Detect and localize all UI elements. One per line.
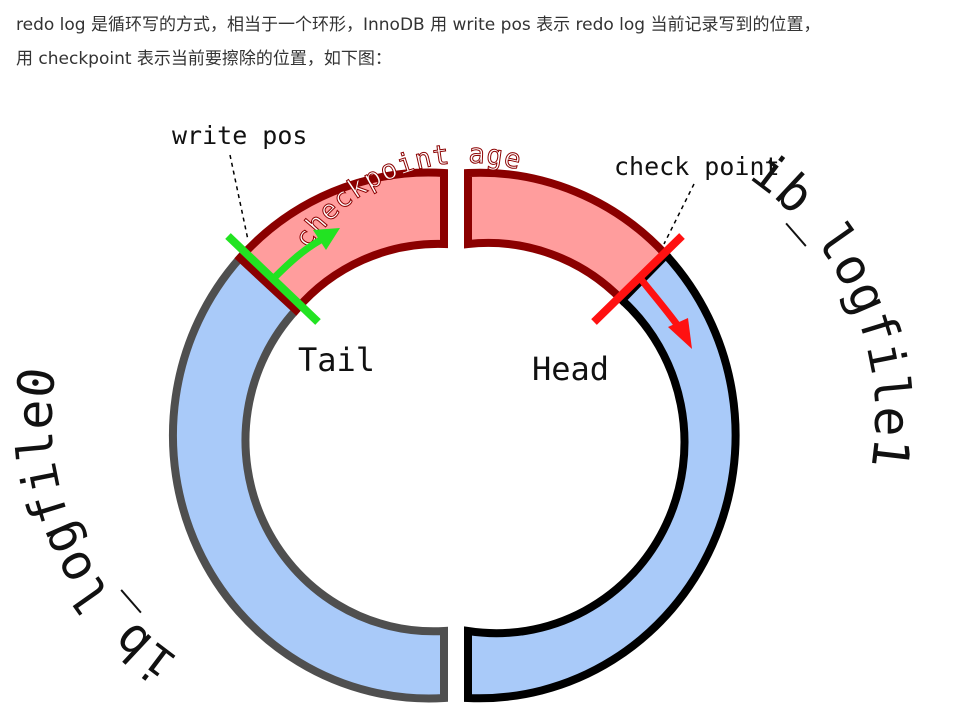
ib-logfile0-segment — [168, 252, 448, 703]
write-pos-leader — [229, 154, 249, 241]
ib-logfile0-label: ib_logfile0 — [6, 364, 187, 695]
head-label: Head — [532, 350, 609, 388]
ib-logfile1-label: ib_logfile1 — [741, 141, 922, 472]
redo-log-ring-diagram: checkpoint age write pos check point Tai… — [6, 121, 922, 703]
write-pos-label: write pos — [172, 121, 307, 150]
ib-logfile1-segment — [464, 249, 740, 703]
tail-label: Tail — [298, 341, 375, 379]
